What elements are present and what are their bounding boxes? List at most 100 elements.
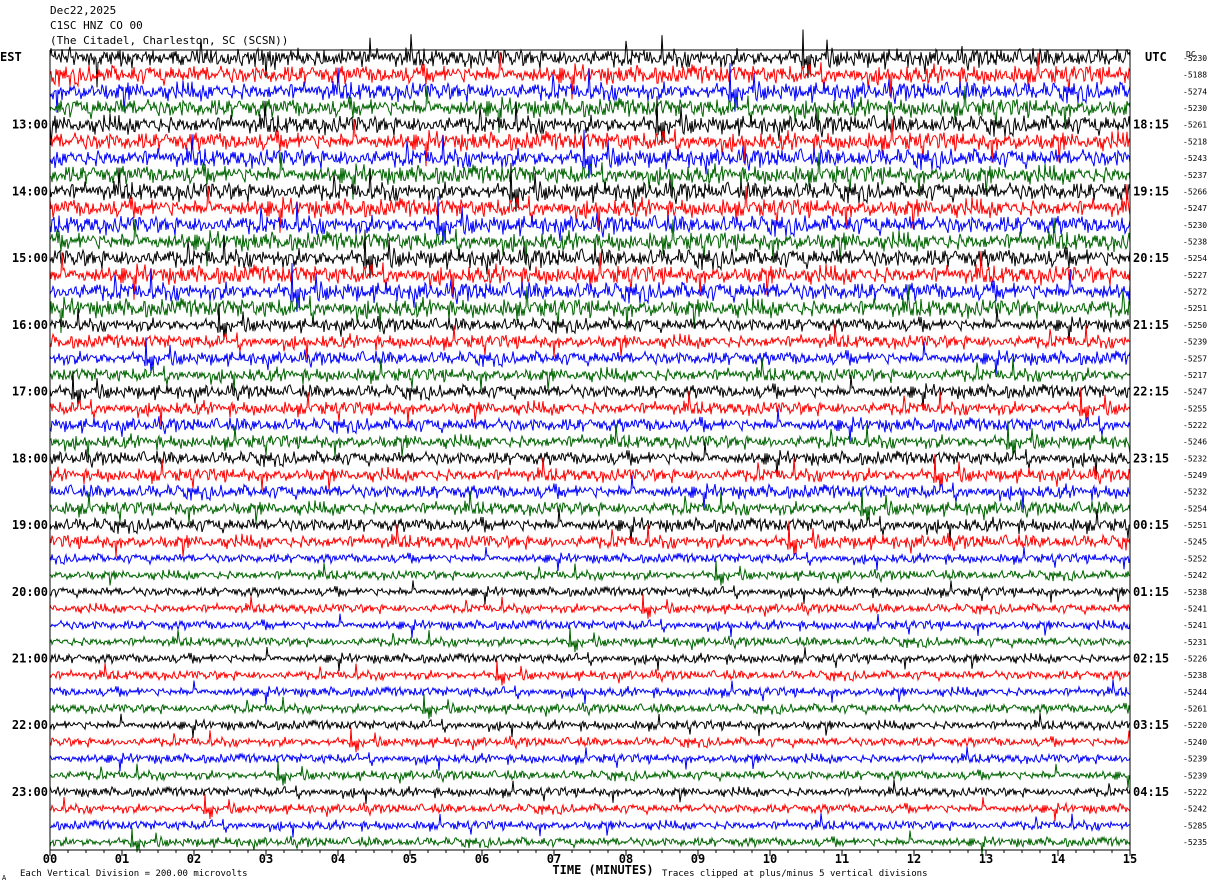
trace-32 <box>49 560 1131 586</box>
trace-29 <box>49 508 1131 544</box>
left-axis-label: EST <box>0 50 22 64</box>
dc-offset-label: -5220 <box>1183 721 1207 730</box>
x-tick-label-13: 13 <box>979 852 993 866</box>
dc-offset-label: -5242 <box>1183 571 1207 580</box>
dc-offset-label: -5285 <box>1183 821 1207 830</box>
dc-offset-label: -5261 <box>1183 705 1207 714</box>
trace-25 <box>49 441 1131 477</box>
dc-offset-label: -5230 <box>1183 221 1207 230</box>
dc-offset-label: -5218 <box>1183 137 1207 146</box>
x-tick-label-02: 02 <box>187 852 201 866</box>
dc-offset-label: -5217 <box>1183 371 1207 380</box>
trace-31 <box>49 546 1131 572</box>
dc-offset-label: -5241 <box>1183 621 1207 630</box>
dc-offset-label: -5242 <box>1183 805 1207 814</box>
x-tick-label-01: 01 <box>115 852 129 866</box>
dc-offset-label: -5247 <box>1183 204 1207 213</box>
trace-39 <box>49 679 1131 705</box>
right-hour-label: 19:15 <box>1133 184 1169 198</box>
x-tick-label-11: 11 <box>835 852 849 866</box>
x-tick-label-15: 15 <box>1123 852 1137 866</box>
left-hour-label: 18:00 <box>12 451 48 465</box>
right-hour-label: 02:15 <box>1133 652 1169 666</box>
trace-36 <box>49 627 1131 653</box>
dc-offset-label: -5235 <box>1183 838 1207 847</box>
x-tick-label-03: 03 <box>259 852 273 866</box>
trace-46 <box>49 794 1131 822</box>
clip-note: Traces clipped at plus/minus 5 vertical … <box>662 869 928 879</box>
trace-42 <box>49 727 1131 753</box>
dc-offset-label: -5238 <box>1183 237 1207 246</box>
right-hour-label: 18:15 <box>1133 118 1169 132</box>
trace-38 <box>49 660 1131 686</box>
trace-13 <box>49 229 1131 279</box>
left-hour-label: 21:00 <box>12 652 48 666</box>
dc-offset-label: -5222 <box>1183 421 1207 430</box>
left-hour-label: 15:00 <box>12 251 48 265</box>
trace-44 <box>49 760 1131 788</box>
trace-11 <box>49 196 1131 246</box>
dc-offset-label: -5239 <box>1183 771 1207 780</box>
x-tick-label-04: 04 <box>331 852 345 866</box>
dc-offset-label: -5257 <box>1183 354 1207 363</box>
right-hour-label: 21:15 <box>1133 318 1169 332</box>
dc-offset-label: -5272 <box>1183 288 1207 297</box>
dc-offset-label: -5231 <box>1183 638 1207 647</box>
trace-45 <box>49 779 1131 805</box>
dc-offset-label: -5232 <box>1183 488 1207 497</box>
right-hour-label: 23:15 <box>1133 451 1169 465</box>
left-hour-label: 14:00 <box>12 184 48 198</box>
right-hour-label: 01:15 <box>1133 585 1169 599</box>
trace-43 <box>49 746 1131 772</box>
right-hour-label: 20:15 <box>1133 251 1169 265</box>
x-tick-label-09: 09 <box>691 852 705 866</box>
dc-offset-label: -5250 <box>1183 321 1207 330</box>
corner-mark: A <box>2 874 7 882</box>
dc-offset-label: -5239 <box>1183 338 1207 347</box>
dc-offset-label: -5246 <box>1183 438 1207 447</box>
left-hour-label: 16:00 <box>12 318 48 332</box>
dc-offset-label: -5266 <box>1183 187 1207 196</box>
dc-offset-label: -5247 <box>1183 388 1207 397</box>
dc-offset-label: -5251 <box>1183 521 1207 530</box>
dc-offset-label: -5237 <box>1183 171 1207 180</box>
dc-offset-label: -5251 <box>1183 304 1207 313</box>
trace-18 <box>49 324 1131 360</box>
dc-offset-label: -5227 <box>1183 271 1207 280</box>
dc-offset-label: -5230 <box>1183 54 1207 63</box>
right-hour-label: 00:15 <box>1133 518 1169 532</box>
dc-offset-label: -5230 <box>1183 104 1207 113</box>
right-hour-label: 03:15 <box>1133 718 1169 732</box>
dc-offset-label: -5222 <box>1183 788 1207 797</box>
x-axis-label: TIME (MINUTES) <box>552 863 653 877</box>
right-hour-label: 04:15 <box>1133 785 1169 799</box>
trace-group <box>49 29 1131 855</box>
dc-offset-label: -5254 <box>1183 504 1207 513</box>
dc-offset-label: -5252 <box>1183 554 1207 563</box>
dc-offset-label: -5238 <box>1183 588 1207 597</box>
dc-offset-label: -5243 <box>1183 154 1207 163</box>
left-hour-label: 13:00 <box>12 118 48 132</box>
dc-offset-label: -5245 <box>1183 538 1207 547</box>
dc-offset-label: -5261 <box>1183 121 1207 130</box>
left-hour-label: 23:00 <box>12 785 48 799</box>
left-hour-label: 17:00 <box>12 385 48 399</box>
dc-offset-label: -5241 <box>1183 604 1207 613</box>
left-hour-label: 20:00 <box>12 585 48 599</box>
right-axis-label: UTC <box>1145 50 1167 64</box>
dc-offset-label: -5240 <box>1183 738 1207 747</box>
trace-26 <box>49 454 1131 491</box>
trace-34 <box>49 593 1131 619</box>
x-tick-label-06: 06 <box>475 852 489 866</box>
x-tick-label-05: 05 <box>403 852 417 866</box>
right-hour-label: 22:15 <box>1133 385 1169 399</box>
left-hour-label: 19:00 <box>12 518 48 532</box>
dc-offset-label: -5255 <box>1183 404 1207 413</box>
dc-offset-label: -5254 <box>1183 254 1207 263</box>
dc-offset-label: -5239 <box>1183 755 1207 764</box>
trace-40 <box>49 694 1131 719</box>
trace-33 <box>49 580 1131 605</box>
dc-offset-label: -5238 <box>1183 671 1207 680</box>
dc-offset-label: -5249 <box>1183 471 1207 480</box>
scale-note: Each Vertical Division = 200.00 microvol… <box>20 869 248 879</box>
